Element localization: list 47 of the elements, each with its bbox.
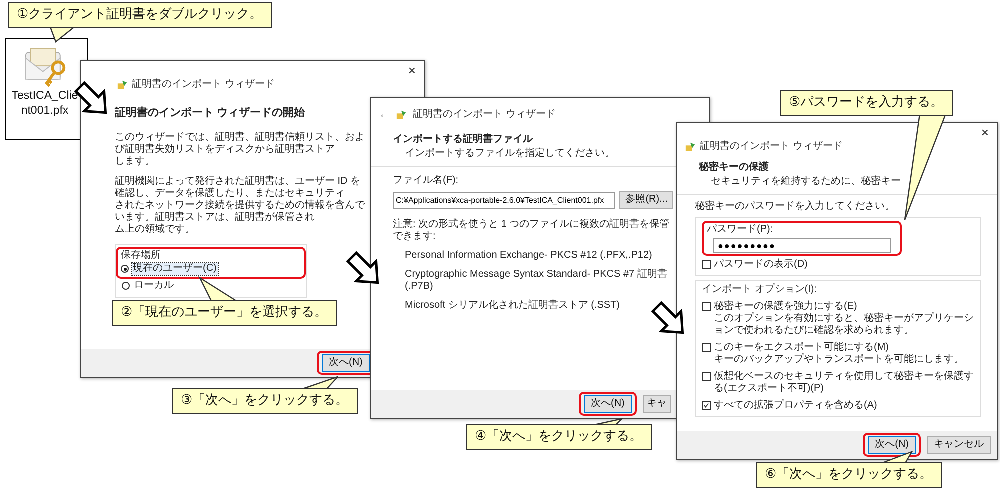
field-label: パスワード(P):: [707, 224, 774, 236]
file-name-field[interactable]: C:¥Applications¥xca-portable-2.6.0¥TestICA_Client001.pfx: [393, 192, 615, 208]
section-description: インポートするファイルを指定してください。: [404, 148, 616, 160]
next-button[interactable]: 次へ(N): [584, 395, 632, 413]
checkbox-option[interactable]: 秘密キーの保護を強力にする(E): [702, 301, 974, 313]
callout-label: ⑤パスワードを入力する。: [780, 90, 953, 116]
check-icon: [703, 402, 710, 409]
description-text: このウィザードでは、証明書、証明書信頼リスト、および証明書失効リストをディスクから証明書ストア: [115, 132, 365, 156]
note-text: 注意: 次の形式を使うと 1 つのファイルに複数の証明書を保管できます:: [393, 219, 671, 243]
group-label: 保存場所: [121, 250, 161, 262]
window-title: 証明書のインポート ウィザード: [132, 79, 275, 91]
option-description: キーのバックアップやトランスポートを可能にします。: [713, 354, 965, 366]
checkbox-option[interactable]: すべての拡張プロパティを含める(A): [702, 400, 974, 412]
section-title: インポートする証明書ファイル: [392, 134, 534, 146]
checkbox-option[interactable]: 仮想化ベースのセキュリティを使用して秘密キーを保護する(エクスポート不可)(P): [702, 371, 974, 395]
checkbox-option[interactable]: このキーをエクスポート可能にする(M): [702, 342, 974, 354]
cancel-button[interactable]: キャンセル: [927, 436, 991, 454]
wizard-heading: 証明書のインポート ウィザードの開始: [115, 106, 306, 120]
description-text: 証明機関によって発行された証明書は、ユーザー ID を確認し、データを保護したり、またはセキュリティ: [115, 176, 362, 200]
back-button[interactable]: ←: [379, 109, 390, 121]
section-description: セキュリティを維持するために、秘密キー: [710, 176, 902, 188]
certificate-icon: [685, 142, 696, 152]
password-field[interactable]: ●●●●●●●●●: [713, 238, 891, 253]
field-label: ファイル名(F):: [393, 175, 460, 187]
description-text: します。: [115, 156, 156, 168]
radio-option[interactable]: ローカル: [116, 279, 306, 293]
description-text: ム上の領域です。: [115, 224, 196, 236]
format-item: Cryptographic Message Syntax Standard- PKCS #7 証明書 (.P7B): [404, 269, 668, 293]
cancel-button[interactable]: キャ: [642, 395, 671, 413]
file-name: TestICA_Client001.pfx: [10, 89, 80, 119]
group-label: インポート オプション(I):: [702, 284, 818, 296]
description-text: されたネットワーク接続を提供するための情報を含んでいます。証明書ストアは、証明書が保管され: [115, 200, 365, 224]
window-title: 証明書のインポート ウィザード: [413, 109, 556, 121]
next-button[interactable]: 次へ(N): [322, 354, 370, 372]
format-item: Personal Information Exchange- PKCS #12 (.PFX,.P12): [404, 250, 654, 262]
browse-button[interactable]: 参照(R)...: [618, 191, 673, 209]
certificate-icon: [117, 80, 128, 90]
section-title: 秘密キーの保護: [698, 162, 770, 174]
format-item: Microsoft シリアル化された証明書ストア (.SST): [404, 300, 622, 312]
checkbox-option[interactable]: パスワードの表示(D): [702, 259, 974, 271]
close-icon[interactable]: ×: [981, 126, 989, 140]
prompt-text: 秘密キーのパスワードを入力してください。: [695, 201, 896, 213]
close-icon[interactable]: ×: [408, 64, 416, 78]
certificate-icon: [396, 110, 407, 120]
window-title: 証明書のインポート ウィザード: [700, 141, 843, 153]
option-description: このオプションを有効にすると、秘密キーがアプリケーションで使われるたびに確認を求められます。: [713, 313, 974, 337]
next-button[interactable]: 次へ(N): [868, 436, 916, 454]
